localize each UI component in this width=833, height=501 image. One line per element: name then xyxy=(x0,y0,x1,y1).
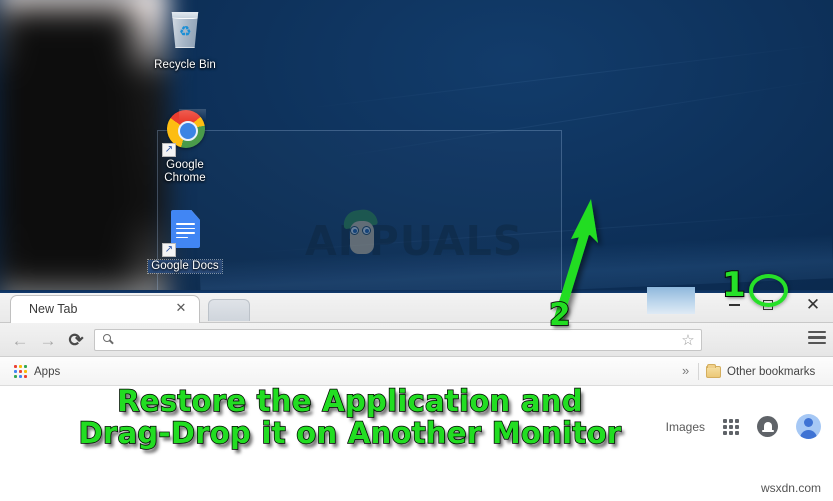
desktop-light-streak xyxy=(301,43,832,110)
tab-title: New Tab xyxy=(29,302,78,316)
bookmarks-bar[interactable]: Apps » Other bookmarks xyxy=(0,357,833,386)
window-close-button[interactable]: ✕ xyxy=(797,291,829,319)
notifications-bell-icon[interactable] xyxy=(757,416,778,437)
chrome-label-line1: Google xyxy=(166,159,204,171)
desktop-icon-google-chrome[interactable]: ↗ Google Chrome xyxy=(140,108,230,185)
close-icon: ✕ xyxy=(805,295,821,314)
bookmark-apps[interactable]: Apps xyxy=(8,362,66,381)
bookmarks-overflow-button[interactable]: » xyxy=(682,363,689,378)
window-titlebar-accent xyxy=(0,290,833,293)
reload-button[interactable]: ⟳ xyxy=(66,331,86,351)
desktop-icon-label: Google Docs xyxy=(147,259,223,274)
shortcut-arrow-icon: ↗ xyxy=(162,143,176,157)
desktop-icon-google-docs[interactable]: ↗ Google Docs xyxy=(140,208,230,274)
bookmark-other-bookmarks[interactable]: Other bookmarks xyxy=(706,362,815,381)
annotation-line-1: Restore the Application and xyxy=(116,384,583,418)
annotation-step-2-number: 2 xyxy=(548,297,571,333)
other-bookmarks-label: Other bookmarks xyxy=(727,365,816,378)
chrome-label-line2: Chrome xyxy=(164,172,206,184)
new-tab-button[interactable] xyxy=(208,299,250,321)
annotation-circle-maximize-button xyxy=(749,274,788,307)
google-apps-grid-icon[interactable] xyxy=(723,418,739,435)
chrome-tab-strip[interactable]: New Tab ✕ ✕ xyxy=(0,287,833,323)
bookmarks-divider xyxy=(698,363,699,380)
chrome-toolbar[interactable]: ← → ⟳ ☆ xyxy=(0,323,833,357)
desktop-icon-label: Google Chrome xyxy=(140,159,230,185)
recycle-bin-icon: ♻ xyxy=(161,8,209,56)
back-button[interactable]: ← xyxy=(10,331,30,351)
shortcut-arrow-icon: ↗ xyxy=(162,243,176,257)
close-icon[interactable]: ✕ xyxy=(174,300,188,315)
user-avatar-icon[interactable] xyxy=(796,414,821,439)
hamburger-menu-icon[interactable] xyxy=(808,331,826,349)
bookmark-apps-label: Apps xyxy=(34,365,61,378)
annotation-instruction-text: Restore the Application and Drag-Drop it… xyxy=(0,384,700,450)
annotation-line-2: Drag-Drop it on Another Monitor xyxy=(78,416,622,450)
apps-grid-icon xyxy=(14,365,27,378)
search-icon xyxy=(103,334,115,346)
chrome-icon: ↗ xyxy=(161,108,209,157)
annotation-step-1-number: 1 xyxy=(721,265,747,305)
windows-desktop[interactable]: APPUALS ♻ Recycle Bin ↗ GoogleChrome ↗ xyxy=(0,0,833,290)
appuals-mascot-icon xyxy=(341,207,383,258)
forward-button[interactable]: → xyxy=(38,331,58,351)
folder-icon xyxy=(706,363,721,378)
bookmark-star-icon[interactable]: ☆ xyxy=(675,329,701,351)
site-watermark: wsxdn.com xyxy=(760,481,821,495)
address-bar[interactable] xyxy=(94,329,702,351)
browser-tab-new-tab[interactable]: New Tab ✕ xyxy=(10,295,200,323)
desktop-icon-recycle-bin[interactable]: ♻ Recycle Bin xyxy=(140,8,230,72)
google-docs-icon: ↗ xyxy=(161,208,209,257)
desktop-icon-label: Recycle Bin xyxy=(154,59,216,71)
